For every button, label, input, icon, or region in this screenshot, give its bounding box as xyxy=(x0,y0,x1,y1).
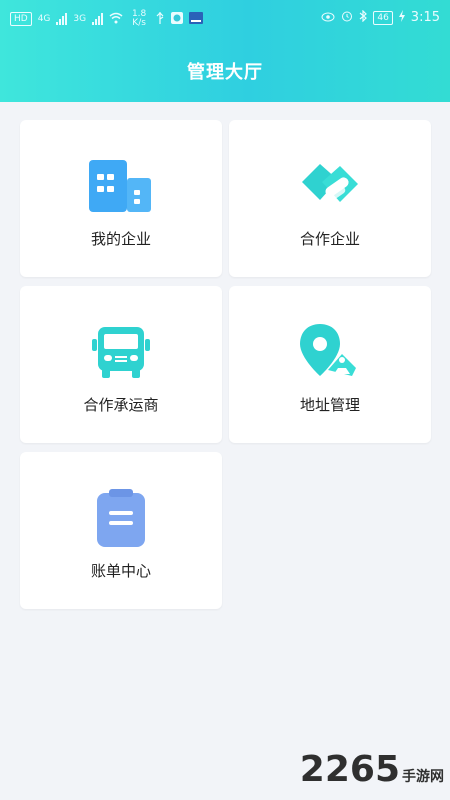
card-label: 地址管理 xyxy=(299,396,360,414)
page-title: 管理大厅 xyxy=(187,62,263,83)
watermark: 2265 手游网 xyxy=(300,749,444,790)
card-billing-center[interactable]: 账单中心 xyxy=(20,452,222,609)
card-label: 合作承运商 xyxy=(83,396,159,414)
network-speed-unit: K/s xyxy=(132,18,146,28)
app-notification-icon xyxy=(171,11,184,27)
handshake-icon xyxy=(295,156,365,216)
location-pin-icon xyxy=(295,322,365,382)
app-notification-icon-2 xyxy=(189,11,204,27)
signal-icon xyxy=(56,13,68,25)
status-left: HD 4G 3G 1.8 K/s xyxy=(10,10,204,28)
card-my-enterprise[interactable]: 我的企业 xyxy=(20,120,222,277)
bus-icon xyxy=(86,322,156,382)
charging-icon xyxy=(398,10,405,25)
card-label: 合作企业 xyxy=(299,230,360,248)
watermark-number: 2265 xyxy=(299,749,400,790)
network-speed: 1.8 K/s xyxy=(129,10,149,28)
network-4g-label: 4G xyxy=(37,13,51,24)
clock-time: 3:15 xyxy=(410,10,440,25)
battery-icon: 46 xyxy=(373,10,393,25)
card-label: 我的企业 xyxy=(90,230,151,248)
eye-icon xyxy=(321,11,335,25)
hd-badge: HD xyxy=(10,12,32,26)
card-partner-carrier[interactable]: 合作承运商 xyxy=(20,286,222,443)
card-label: 账单中心 xyxy=(90,562,151,580)
status-right: 46 3:15 xyxy=(321,9,440,25)
usb-icon xyxy=(155,11,165,27)
watermark-text: 手游网 xyxy=(402,769,444,785)
building-icon xyxy=(86,156,156,216)
wifi-icon xyxy=(109,12,123,27)
network-3g-label: 3G xyxy=(73,13,87,24)
bluetooth-icon xyxy=(359,9,368,25)
card-address-management[interactable]: 地址管理 xyxy=(229,286,431,443)
alarm-icon xyxy=(341,10,353,25)
status-bar: HD 4G 3G 1.8 K/s 46 3:15 xyxy=(0,0,450,36)
signal-icon-2 xyxy=(92,13,104,25)
clipboard-icon xyxy=(86,488,156,548)
header-bar: HD 4G 3G 1.8 K/s 46 3:15 管理大厅 xyxy=(0,0,450,102)
card-partner-enterprise[interactable]: 合作企业 xyxy=(229,120,431,277)
